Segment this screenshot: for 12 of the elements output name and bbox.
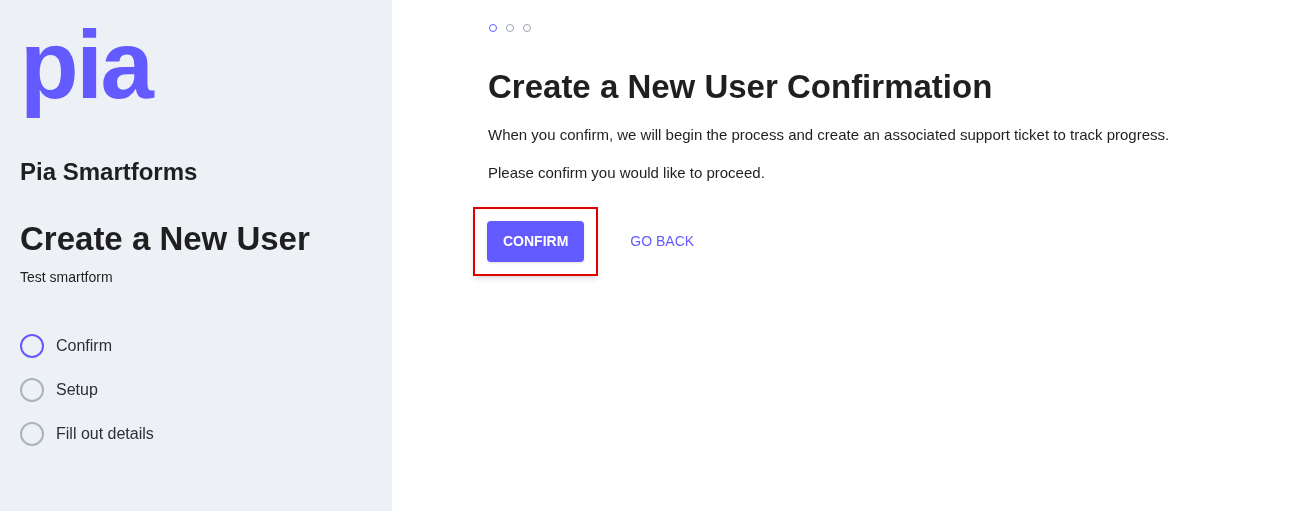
step-label[interactable]: Fill out details [56,422,154,447]
form-subtitle: Test smartform [20,268,114,288]
step-label[interactable]: Setup [56,378,98,403]
logo: pia [20,10,154,120]
body-text: When you confirm, we will begin the process and create an associated support ticket to track progress. [488,124,1170,145]
go-back-link[interactable]: GO BACK [622,220,703,262]
app-name: Pia Smartforms [20,157,199,187]
page-title: Create a New User Confirmation [488,67,994,107]
confirm-button[interactable]: CONFIRM [487,220,585,262]
body-text: Please confirm you would like to proceed. [488,163,766,183]
step-label[interactable]: Confirm [56,334,112,359]
form-title: Create a New User [20,219,311,259]
